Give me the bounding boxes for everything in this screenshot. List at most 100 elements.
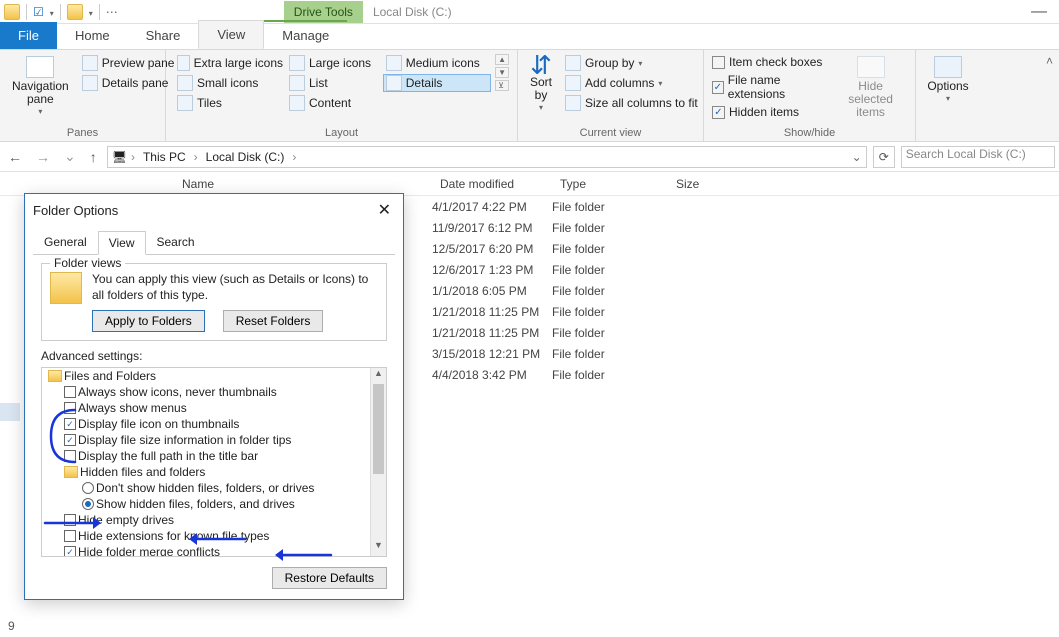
forward-button[interactable]: → <box>32 147 54 167</box>
minimize-button[interactable]: — <box>1023 1 1055 23</box>
advanced-settings-tree[interactable]: Files and Folders Always show icons, nev… <box>42 368 370 557</box>
address-bar[interactable]: 🖥 › This PC › Local Disk (C:) › ⌄ <box>107 146 867 168</box>
checkbox[interactable] <box>64 450 76 462</box>
home-tab[interactable]: Home <box>57 22 128 49</box>
navigation-pane-button[interactable]: Navigation pane ▾ <box>8 54 73 119</box>
options-button[interactable]: Options ▾ <box>923 54 972 106</box>
breadcrumb-drive[interactable]: Local Disk (C:) <box>202 150 289 164</box>
add-columns-button[interactable]: Add columns ▾ <box>562 74 701 92</box>
layout-icon <box>289 55 305 71</box>
cell-type: File folder <box>552 242 668 256</box>
extra-large-icons[interactable]: Extra large icons <box>174 54 286 72</box>
details-layout[interactable]: Details <box>383 74 491 92</box>
col-name[interactable]: Name <box>174 177 432 191</box>
qat-dropdown[interactable] <box>89 5 93 19</box>
layout-icon <box>386 55 402 71</box>
size-columns-fit[interactable]: Size all columns to fit <box>562 94 701 112</box>
checkbox[interactable]: ✓ <box>64 546 76 557</box>
list[interactable]: List <box>286 74 383 92</box>
separator <box>26 4 27 20</box>
hide-selected-items[interactable]: Hide selected items <box>834 54 907 122</box>
checkbox[interactable]: ✓ <box>64 434 76 446</box>
checkbox[interactable] <box>64 514 76 526</box>
checkbox[interactable] <box>64 386 76 398</box>
up-button[interactable]: ↑ <box>86 147 101 167</box>
view-tab[interactable]: View <box>198 20 264 49</box>
dlg-tab-view[interactable]: View <box>98 231 146 255</box>
table-row[interactable]: 3/15/2018 12:21 PMFile folder <box>432 343 1059 364</box>
content[interactable]: Content <box>286 94 383 112</box>
recent-locations[interactable]: ⌄ <box>60 146 80 167</box>
layout-expand[interactable]: ⊻ <box>495 80 509 91</box>
restore-defaults-button[interactable]: Restore Defaults <box>272 567 387 589</box>
layout-icon <box>289 95 305 111</box>
table-row[interactable]: 4/1/2017 4:22 PMFile folder <box>432 196 1059 217</box>
file-name-extensions[interactable]: ✓File name extensions <box>712 72 828 102</box>
scrollbar[interactable]: ▲▼ <box>370 368 386 556</box>
group-by-button[interactable]: Group by ▾ <box>562 54 701 72</box>
table-row[interactable]: 4/4/2018 3:42 PMFile folder <box>432 364 1059 385</box>
reset-folders-button[interactable]: Reset Folders <box>223 310 324 332</box>
pc-icon: 🖥 <box>112 150 127 164</box>
qat-overflow[interactable]: ⋯ <box>106 5 118 19</box>
details-pane-icon <box>82 75 98 91</box>
folder-views-text: You can apply this view (such as Details… <box>92 272 378 304</box>
dlg-tab-general[interactable]: General <box>33 230 98 254</box>
layout-scroll-up[interactable]: ▲ <box>495 54 509 65</box>
col-size[interactable]: Size <box>668 177 748 191</box>
checkbox[interactable]: ✓ <box>64 418 76 430</box>
fit-columns-icon <box>565 95 581 111</box>
medium-icons[interactable]: Medium icons <box>383 54 491 72</box>
add-columns-icon <box>565 75 581 91</box>
cell-date: 11/9/2017 6:12 PM <box>432 221 552 235</box>
cell-type: File folder <box>552 347 668 361</box>
collapse-ribbon[interactable]: ˄ <box>1040 50 1059 141</box>
refresh-button[interactable]: ⟳ <box>873 146 895 168</box>
cell-date: 4/4/2018 3:42 PM <box>432 368 552 382</box>
cell-date: 4/1/2017 4:22 PM <box>432 200 552 214</box>
file-tab[interactable]: File <box>0 22 57 49</box>
table-row[interactable]: 11/9/2017 6:12 PMFile folder <box>432 217 1059 238</box>
folder-options-dialog: Folder Options ✕ General View Search Fol… <box>24 193 404 600</box>
close-button[interactable]: ✕ <box>374 200 395 220</box>
folder-icon <box>48 370 62 382</box>
search-input[interactable]: Search Local Disk (C:) <box>901 146 1055 168</box>
table-row[interactable]: 12/5/2017 6:20 PMFile folder <box>432 238 1059 259</box>
checkbox-icon[interactable]: ☑ <box>33 5 44 19</box>
item-check-boxes[interactable]: Item check boxes <box>712 54 828 70</box>
breadcrumb-thispc[interactable]: This PC <box>139 150 190 164</box>
layout-icon <box>289 75 305 91</box>
table-row[interactable]: 12/6/2017 1:23 PMFile folder <box>432 259 1059 280</box>
qat-dropdown[interactable] <box>50 5 54 19</box>
table-row[interactable]: 1/1/2018 6:05 PMFile folder <box>432 280 1059 301</box>
group-label: Current view <box>526 125 695 139</box>
dialog-title: Folder Options <box>33 203 118 218</box>
preview-pane-button[interactable]: Preview pane <box>79 54 178 72</box>
radio[interactable] <box>82 482 94 494</box>
radio[interactable] <box>82 498 94 510</box>
cell-type: File folder <box>552 221 668 235</box>
back-button[interactable]: ← <box>4 147 26 167</box>
cell-type: File folder <box>552 368 668 382</box>
dlg-tab-search[interactable]: Search <box>146 230 206 254</box>
address-dropdown[interactable]: ⌄ <box>852 150 862 164</box>
manage-tab[interactable]: Manage <box>264 20 347 49</box>
folder-icon <box>67 4 83 20</box>
checkbox[interactable] <box>64 402 76 414</box>
table-row[interactable]: 1/21/2018 11:25 PMFile folder <box>432 301 1059 322</box>
col-date-modified[interactable]: Date modified <box>432 177 552 191</box>
share-tab[interactable]: Share <box>128 22 199 49</box>
col-type[interactable]: Type <box>552 177 668 191</box>
cell-date: 1/21/2018 11:25 PM <box>432 326 552 340</box>
small-icons[interactable]: Small icons <box>174 74 286 92</box>
apply-to-folders-button[interactable]: Apply to Folders <box>92 310 205 332</box>
large-icons[interactable]: Large icons <box>286 54 383 72</box>
sort-by-button[interactable]: ⇵ Sort by ▾ <box>526 54 556 115</box>
tiles[interactable]: Tiles <box>174 94 286 112</box>
checkbox[interactable] <box>64 530 76 542</box>
layout-scroll-down[interactable]: ▼ <box>495 67 509 78</box>
details-pane-button[interactable]: Details pane <box>79 74 178 92</box>
separator <box>60 4 61 20</box>
table-row[interactable]: 1/21/2018 11:25 PMFile folder <box>432 322 1059 343</box>
hidden-items[interactable]: ✓Hidden items <box>712 104 828 120</box>
